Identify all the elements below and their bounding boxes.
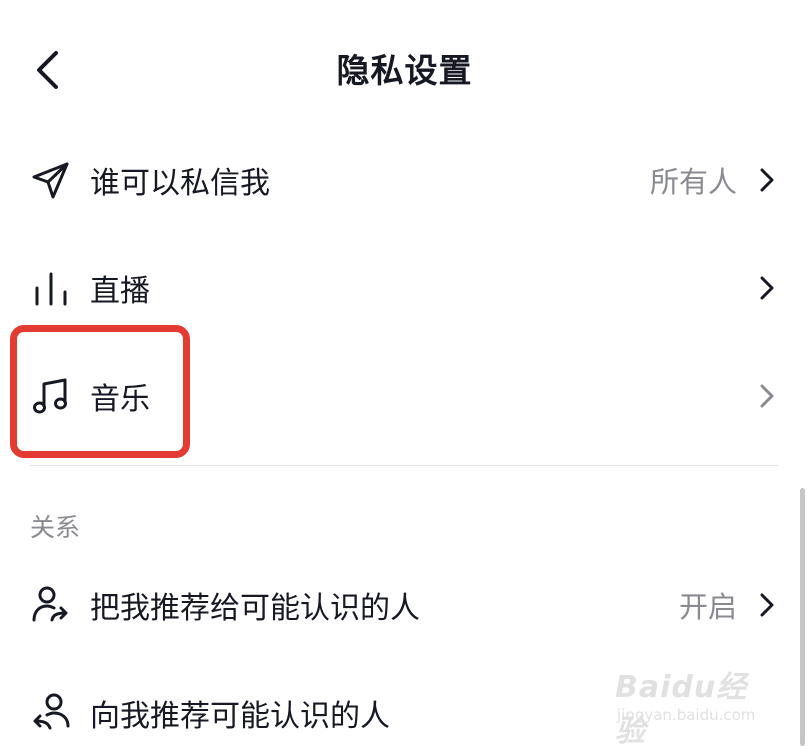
- setting-label: 直播: [90, 274, 150, 309]
- paper-plane-icon: [30, 159, 72, 201]
- setting-value: 所有人: [649, 165, 737, 199]
- section-title: 关系: [30, 513, 81, 542]
- setting-row-who-can-message[interactable]: 谁可以私信我 所有人: [0, 130, 809, 230]
- setting-label: 向我推荐可能认识的人: [90, 699, 390, 734]
- watermark-brand: Baidu经验: [615, 670, 748, 746]
- user-share-icon: [30, 584, 72, 626]
- chevron-right-icon: [755, 273, 779, 303]
- setting-label: 音乐: [90, 382, 150, 417]
- page-title: 隐私设置: [336, 51, 473, 90]
- scrollbar[interactable]: [800, 488, 805, 746]
- setting-label: 谁可以私信我: [90, 166, 270, 201]
- setting-row-recommend-me-to-others[interactable]: 把我推荐给可能认识的人 开启: [0, 555, 809, 655]
- watermark-url: jingyan.baidu.com: [617, 706, 756, 724]
- chevron-right-icon: [755, 381, 779, 411]
- user-recommend-icon: [30, 692, 72, 734]
- divider: [30, 465, 778, 466]
- live-bars-icon: [30, 267, 72, 309]
- setting-row-music[interactable]: 音乐: [0, 346, 809, 446]
- music-note-icon: [30, 375, 72, 417]
- header: 隐私设置: [0, 0, 809, 130]
- privacy-settings-page: 隐私设置 谁可以私信我 所有人 直播 音乐 关系 把我推荐给可能认识的人 开启 …: [0, 0, 809, 746]
- setting-row-live[interactable]: 直播: [0, 238, 809, 338]
- setting-value: 开启: [678, 590, 737, 624]
- chevron-right-icon: [755, 165, 779, 195]
- setting-label: 把我推荐给可能认识的人: [90, 591, 420, 626]
- baidu-watermark: Baidu经验 jingyan.baidu.com: [615, 662, 765, 746]
- chevron-right-icon: [755, 590, 779, 620]
